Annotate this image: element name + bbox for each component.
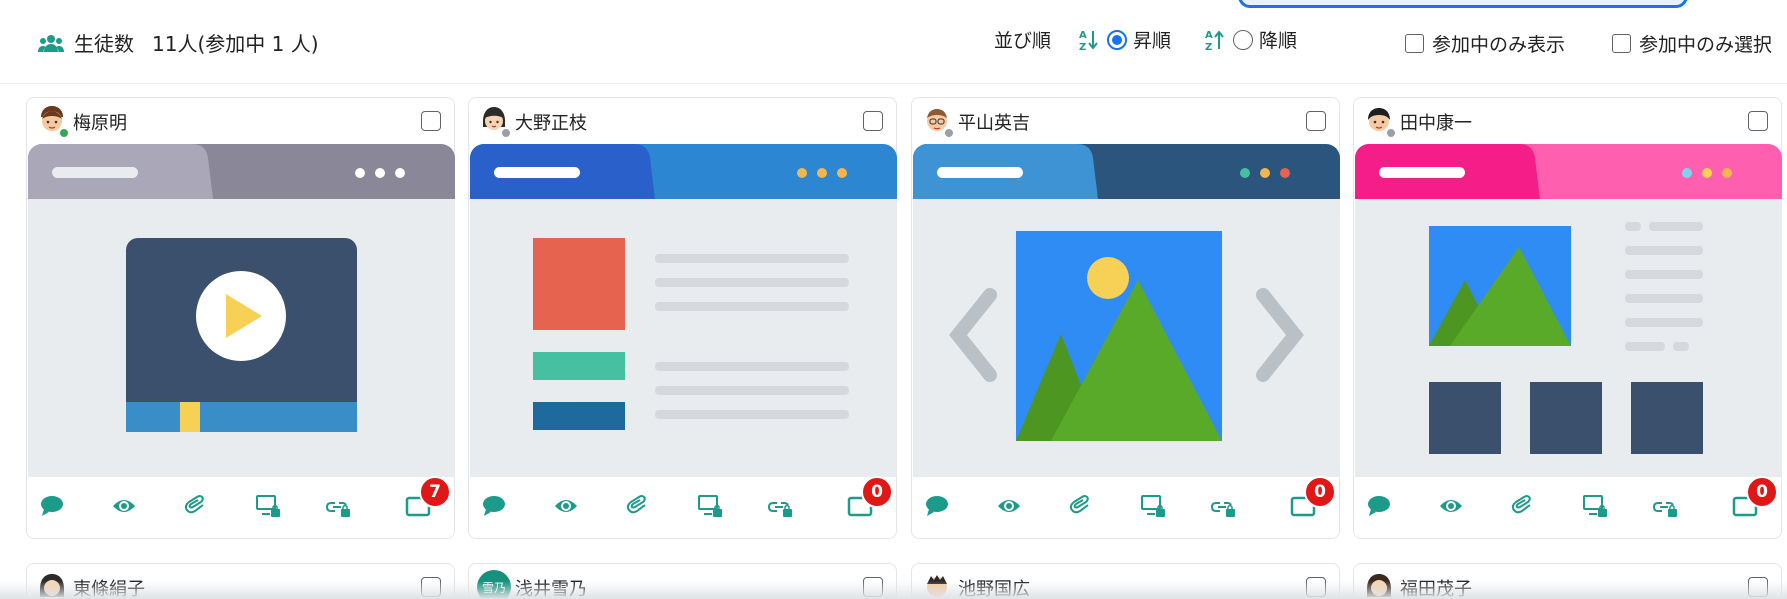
eye-icon[interactable] (996, 493, 1022, 519)
students-label: 生徒数 (74, 32, 134, 56)
card-toolbar: 0 (469, 476, 896, 536)
chat-icon[interactable] (924, 493, 950, 519)
screen-lock-icon[interactable] (1140, 493, 1166, 519)
student-name: 田中康一 (1400, 113, 1472, 134)
scroll-fade (0, 581, 1787, 599)
screen-lock-icon[interactable] (697, 493, 723, 519)
screen-lock-icon[interactable] (255, 493, 281, 519)
offline-status-dot (943, 127, 955, 139)
select-checkbox[interactable] (421, 111, 441, 131)
sort-label: 並び順 (994, 30, 1052, 52)
offline-status-dot (500, 127, 512, 139)
student-name: 大野正枝 (515, 113, 587, 134)
sort-desc-icon: A Z (1205, 30, 1224, 52)
student-count: 生徒数 11人(参加中 1 人) (38, 28, 319, 57)
select-checkbox[interactable] (1748, 111, 1768, 131)
notification-badge: 7 (419, 476, 451, 508)
link-lock-icon[interactable] (325, 493, 351, 519)
link-lock-icon[interactable] (1210, 493, 1236, 519)
notification-badge: 0 (861, 476, 893, 508)
svg-text:A: A (1079, 30, 1087, 41)
screen-thumbnail[interactable] (28, 144, 455, 477)
student-name: 平山英吉 (958, 113, 1030, 134)
eye-icon[interactable] (553, 493, 579, 519)
show-only-joined-label: 参加中のみ表示 (1432, 34, 1566, 56)
card-header: 大野正枝 (469, 98, 896, 144)
chat-icon[interactable] (39, 493, 65, 519)
chat-icon[interactable] (481, 493, 507, 519)
sort-controls: 並び順 A Z 昇順 A Z 降順 (994, 26, 1323, 53)
screen-thumbnail[interactable] (470, 144, 897, 477)
chat-icon[interactable] (1366, 493, 1392, 519)
notification-badge: 0 (1746, 476, 1778, 508)
student-card[interactable]: 平山英吉 0 (911, 97, 1340, 539)
sort-desc-option[interactable]: 降順 (1233, 26, 1297, 53)
card-header: 田中康一 (1354, 98, 1781, 144)
select-only-joined-label: 参加中のみ選択 (1639, 34, 1773, 56)
offline-status-dot (1385, 127, 1397, 139)
select-checkbox[interactable] (1306, 111, 1326, 131)
eye-icon[interactable] (1438, 493, 1464, 519)
svg-text:Z: Z (1079, 42, 1086, 52)
student-card[interactable]: 梅原明 7 (26, 97, 455, 539)
sort-asc-radio[interactable] (1107, 29, 1128, 50)
notification-badge: 0 (1304, 476, 1336, 508)
student-card[interactable]: 田中康一 0 (1353, 97, 1782, 539)
card-header: 梅原明 (27, 98, 454, 144)
clip-icon[interactable] (183, 493, 209, 519)
link-lock-icon[interactable] (767, 493, 793, 519)
select-checkbox[interactable] (863, 111, 883, 131)
card-toolbar: 0 (1354, 476, 1781, 536)
clip-icon[interactable] (1510, 493, 1536, 519)
active-panel-edge (1238, 0, 1688, 8)
sort-desc-radio[interactable] (1233, 29, 1254, 50)
students-count: 11人(参加中 1 人) (152, 32, 319, 56)
show-only-joined-checkbox[interactable] (1405, 34, 1424, 53)
svg-text:Z: Z (1205, 42, 1212, 52)
card-header: 平山英吉 (912, 98, 1339, 144)
screen-lock-icon[interactable] (1582, 493, 1608, 519)
eye-icon[interactable] (111, 493, 137, 519)
select-only-joined-checkbox[interactable] (1612, 34, 1631, 53)
screen-thumbnail[interactable] (1355, 144, 1782, 477)
toolbar: 生徒数 11人(参加中 1 人) 並び順 A Z 昇順 A Z 降順 参加中のみ… (0, 0, 1787, 84)
sort-asc-option[interactable]: 昇順 (1107, 26, 1171, 53)
card-toolbar: 7 (27, 476, 454, 536)
student-card[interactable]: 大野正枝 0 (468, 97, 897, 539)
clip-icon[interactable] (625, 493, 651, 519)
card-toolbar: 0 (912, 476, 1339, 536)
sort-asc-icon: A Z (1079, 30, 1098, 52)
sort-asc-label: 昇順 (1133, 30, 1172, 52)
students-icon (38, 34, 64, 52)
screen-thumbnail[interactable] (913, 144, 1340, 477)
link-lock-icon[interactable] (1652, 493, 1678, 519)
svg-text:A: A (1205, 30, 1213, 41)
student-name: 梅原明 (73, 113, 127, 134)
select-only-joined-filter[interactable]: 参加中のみ選択 (1612, 30, 1772, 57)
show-only-joined-filter[interactable]: 参加中のみ表示 (1405, 30, 1565, 57)
sort-desc-label: 降順 (1259, 30, 1298, 52)
online-status-dot (58, 127, 70, 139)
clip-icon[interactable] (1068, 493, 1094, 519)
